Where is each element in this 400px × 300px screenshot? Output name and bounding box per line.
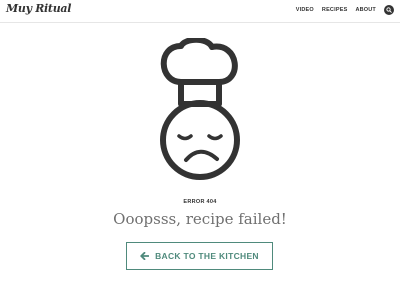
main-nav: VIDEO RECIPES ABOUT: [296, 5, 394, 15]
nav-link-recipes[interactable]: RECIPES: [322, 7, 348, 13]
error-code: ERROR 404: [183, 199, 217, 205]
error-headline: Ooopsss, recipe failed!: [113, 210, 287, 228]
sad-chef-icon: [155, 36, 245, 180]
search-button[interactable]: [384, 5, 394, 15]
back-button-label: BACK TO THE KITCHEN: [155, 251, 259, 261]
arrow-left-icon: [140, 252, 150, 260]
back-to-kitchen-button[interactable]: BACK TO THE KITCHEN: [126, 242, 273, 270]
page: Muy Ritual VIDEO RECIPES ABOUT ERROR 404…: [0, 0, 400, 300]
nav-link-video[interactable]: VIDEO: [296, 7, 314, 13]
site-logo[interactable]: Muy Ritual: [6, 2, 71, 15]
search-icon: [386, 7, 392, 13]
nav-link-about[interactable]: ABOUT: [355, 7, 376, 13]
site-header: Muy Ritual VIDEO RECIPES ABOUT: [0, 0, 400, 23]
